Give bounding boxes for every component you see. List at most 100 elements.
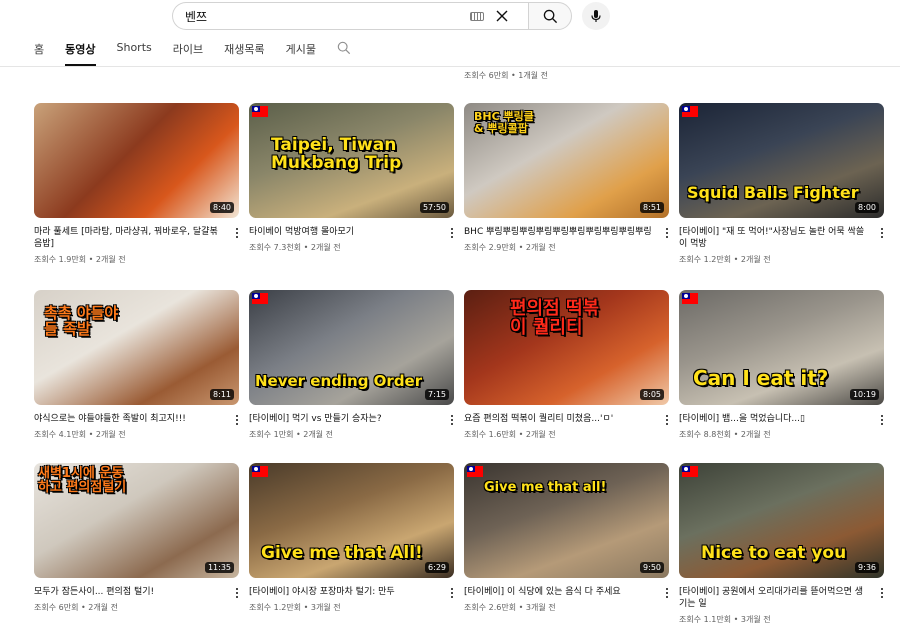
- video-card[interactable]: Give me that all! 9:50 [타이베이] 이 식당에 있는 음…: [464, 463, 669, 613]
- more-options-icon[interactable]: [450, 415, 453, 426]
- video-title[interactable]: [타이베이] 뱀...을 먹었습니다...▯: [679, 413, 870, 425]
- video-card[interactable]: Nice to eat you 9:36 [타이베이] 공원에서 오리대가리를 …: [679, 463, 884, 625]
- video-duration: 8:51: [640, 202, 664, 213]
- video-card[interactable]: Squid Balls Fighter 8:00 [타이베이] "재 또 먹어!…: [679, 103, 884, 265]
- more-options-icon[interactable]: [235, 415, 238, 426]
- video-title[interactable]: [타이베이] 이 식당에 있는 음식 다 주세요: [464, 586, 655, 598]
- search-bar: 벤쯔: [172, 2, 610, 30]
- video-info: [타이베이] 먹기 vs 만들기 승자는? 조회수 1만회 • 2개월 전: [249, 413, 454, 440]
- thumbnail-overlay-text: Can I eat it?: [693, 366, 829, 390]
- tab-live[interactable]: 라이브: [173, 36, 203, 66]
- clear-icon[interactable]: [494, 8, 510, 24]
- taiwan-flag-icon: [252, 106, 268, 117]
- video-info: 모두가 잠든사이... 편의점 털기! 조회수 6만회 • 2개월 전: [34, 586, 239, 613]
- video-meta: 조회수 8.8천회 • 2개월 전: [679, 430, 771, 439]
- video-title[interactable]: 요즘 편의점 떡볶이 퀄리티 미쳤음...'ㅁ': [464, 413, 655, 425]
- more-options-icon[interactable]: [235, 588, 238, 599]
- video-card[interactable]: BHC 뿌링클& 뿌링콜팝 8:51 BHC 뿌링뿌링뿌링뿌링뿌링뿌링뿌링뿌링뿌…: [464, 103, 669, 253]
- video-meta: 조회수 2.6만회 • 3개월 전: [464, 603, 556, 612]
- video-duration: 57:50: [419, 202, 449, 213]
- thumbnail-overlay-text: 편의점 떡볶이 퀄리티: [510, 298, 600, 338]
- thumbnail-overlay-text: Give me that all!: [484, 480, 607, 495]
- video-duration: 7:15: [425, 389, 449, 400]
- taiwan-flag-icon: [252, 466, 268, 477]
- more-options-icon[interactable]: [450, 588, 453, 599]
- tab-posts[interactable]: 게시물: [286, 36, 316, 66]
- microphone-icon: [591, 10, 601, 22]
- thumbnail-overlay-text: Squid Balls Fighter: [687, 183, 859, 202]
- search-input[interactable]: 벤쯔: [172, 2, 528, 30]
- video-info: BHC 뿌링뿌링뿌링뿌링뿌링뿌링뿌링뿌링뿌링뿌링 조회수 2.9만회 • 2개월…: [464, 226, 669, 253]
- more-options-icon[interactable]: [450, 228, 453, 239]
- tab-home[interactable]: 홈: [34, 36, 44, 66]
- video-card[interactable]: 새벽1시에 운동하고 편의점털기 11:35 모두가 잠든사이... 편의점 털…: [34, 463, 239, 613]
- voice-search-button[interactable]: [582, 2, 610, 30]
- channel-search-icon[interactable]: [337, 41, 351, 55]
- video-thumbnail[interactable]: Taipei, Tiwan Mukbang Trip 57:50: [249, 103, 454, 218]
- video-card[interactable]: Never ending Order 7:15 [타이베이] 먹기 vs 만들기…: [249, 290, 454, 440]
- more-options-icon[interactable]: [665, 228, 668, 239]
- thumbnail-overlay-text: Give me that All!: [261, 543, 423, 563]
- video-meta: 조회수 1.6만회 • 2개월 전: [464, 430, 556, 439]
- video-title[interactable]: [타이베이] "재 또 먹어!"사장님도 놀란 어묵 싹쓸이 먹방: [679, 226, 870, 250]
- video-card[interactable]: Taipei, Tiwan Mukbang Trip 57:50 타이베이 먹방…: [249, 103, 454, 253]
- more-options-icon[interactable]: [235, 228, 238, 239]
- video-title[interactable]: 야식으로는 야들야들한 족발이 최고지!!!: [34, 413, 225, 425]
- taiwan-flag-icon: [682, 293, 698, 304]
- video-duration: 9:36: [855, 562, 879, 573]
- video-meta: 조회수 7.3천회 • 2개월 전: [249, 243, 341, 252]
- video-thumbnail[interactable]: 8:40: [34, 103, 239, 218]
- video-meta: 조회수 1.2만회 • 2개월 전: [679, 255, 771, 264]
- video-title[interactable]: 마라 풀세트 [마라탕, 마라샹궈, 꿔바로우, 달걀볶음밥]: [34, 226, 225, 250]
- more-options-icon[interactable]: [665, 415, 668, 426]
- video-thumbnail[interactable]: 편의점 떡볶이 퀄리티 8:05: [464, 290, 669, 405]
- tab-shorts[interactable]: Shorts: [117, 36, 152, 63]
- thumbnail-overlay-text: Taipei, Tiwan Mukbang Trip: [271, 135, 402, 173]
- video-title[interactable]: 모두가 잠든사이... 편의점 털기!: [34, 586, 225, 598]
- more-options-icon[interactable]: [880, 415, 883, 426]
- channel-tabs: 홈 동영상 Shorts 라이브 재생목록 게시물: [34, 36, 351, 66]
- thumbnail-overlay-text: Never ending Order: [255, 372, 423, 390]
- thumbnail-overlay-text: 촉촉 야들야들 족발: [44, 304, 119, 338]
- video-thumbnail[interactable]: 새벽1시에 운동하고 편의점털기 11:35: [34, 463, 239, 578]
- video-thumbnail[interactable]: Give me that all! 9:50: [464, 463, 669, 578]
- more-options-icon[interactable]: [880, 228, 883, 239]
- tab-playlists[interactable]: 재생목록: [224, 36, 264, 66]
- video-duration: 8:00: [855, 202, 879, 213]
- taiwan-flag-icon: [682, 106, 698, 117]
- video-meta: 조회수 6만회 • 2개월 전: [34, 603, 118, 612]
- more-options-icon[interactable]: [665, 588, 668, 599]
- video-thumbnail[interactable]: Squid Balls Fighter 8:00: [679, 103, 884, 218]
- video-title[interactable]: BHC 뿌링뿌링뿌링뿌링뿌링뿌링뿌링뿌링뿌링뿌링: [464, 226, 655, 238]
- video-title[interactable]: [타이베이] 야시장 포장마차 털기: 만두: [249, 586, 440, 598]
- search-button[interactable]: [528, 2, 572, 30]
- keyboard-icon[interactable]: [470, 12, 484, 21]
- video-thumbnail[interactable]: Nice to eat you 9:36: [679, 463, 884, 578]
- video-thumbnail[interactable]: Can I eat it? 10:19: [679, 290, 884, 405]
- video-thumbnail[interactable]: 촉촉 야들야들 족발 8:11: [34, 290, 239, 405]
- video-duration: 6:29: [425, 562, 449, 573]
- video-info: [타이베이] 뱀...을 먹었습니다...▯ 조회수 8.8천회 • 2개월 전: [679, 413, 884, 440]
- video-info: 요즘 편의점 떡볶이 퀄리티 미쳤음...'ㅁ' 조회수 1.6만회 • 2개월…: [464, 413, 669, 440]
- video-meta: 조회수 4.1만회 • 2개월 전: [34, 430, 126, 439]
- thumbnail-overlay-text: Nice to eat you: [701, 543, 847, 563]
- video-info: [타이베이] 공원에서 오리대가리를 뜯어먹으면 생기는 일 조회수 1.1만회…: [679, 586, 884, 625]
- video-thumbnail[interactable]: Give me that All! 6:29: [249, 463, 454, 578]
- more-options-icon[interactable]: [880, 588, 883, 599]
- video-title[interactable]: [타이베이] 공원에서 오리대가리를 뜯어먹으면 생기는 일: [679, 586, 870, 610]
- search-icon: [543, 9, 557, 23]
- video-card[interactable]: 편의점 떡볶이 퀄리티 8:05 요즘 편의점 떡볶이 퀄리티 미쳤음...'ㅁ…: [464, 290, 669, 440]
- video-card[interactable]: 8:40 마라 풀세트 [마라탕, 마라샹궈, 꿔바로우, 달걀볶음밥] 조회수…: [34, 103, 239, 265]
- video-card[interactable]: 촉촉 야들야들 족발 8:11 야식으로는 야들야들한 족발이 최고지!!! 조…: [34, 290, 239, 440]
- video-card[interactable]: Can I eat it? 10:19 [타이베이] 뱀...을 먹었습니다..…: [679, 290, 884, 440]
- tab-videos[interactable]: 동영상: [65, 36, 96, 66]
- video-duration: 8:40: [210, 202, 234, 213]
- video-thumbnail[interactable]: BHC 뿌링클& 뿌링콜팝 8:51: [464, 103, 669, 218]
- video-thumbnail[interactable]: Never ending Order 7:15: [249, 290, 454, 405]
- video-title[interactable]: 타이베이 먹방여행 몰아모기: [249, 226, 440, 238]
- video-card[interactable]: Give me that All! 6:29 [타이베이] 야시장 포장마차 털…: [249, 463, 454, 613]
- video-info: [타이베이] 이 식당에 있는 음식 다 주세요 조회수 2.6만회 • 3개월…: [464, 586, 669, 613]
- video-title[interactable]: [타이베이] 먹기 vs 만들기 승자는?: [249, 413, 440, 425]
- video-info: [타이베이] 야시장 포장마차 털기: 만두 조회수 1.2만회 • 3개월 전: [249, 586, 454, 613]
- taiwan-flag-icon: [682, 466, 698, 477]
